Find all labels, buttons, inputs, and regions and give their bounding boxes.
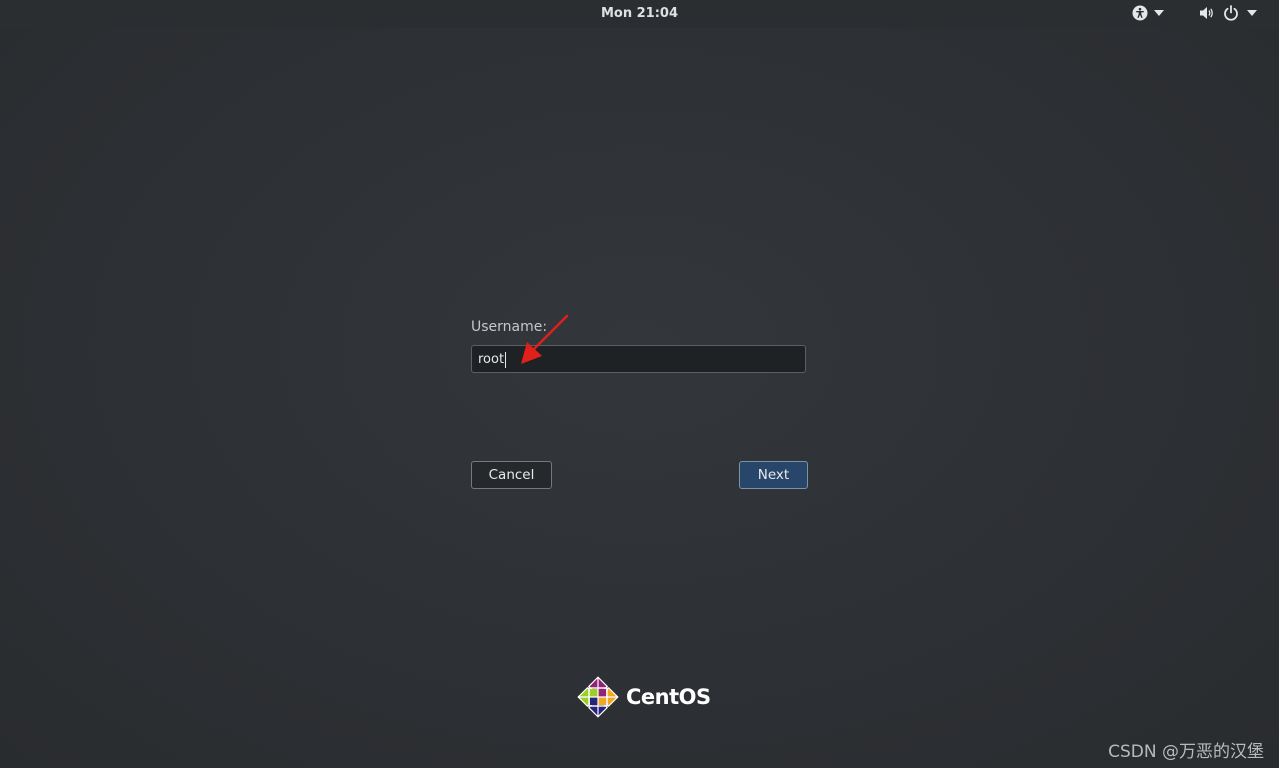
accessibility-menu[interactable]: [1132, 5, 1164, 21]
next-button[interactable]: Next: [739, 461, 808, 489]
centos-logo-text: CentOS: [626, 685, 711, 709]
watermark: CSDN @万恶的汉堡: [1108, 742, 1264, 762]
volume-icon: [1200, 7, 1213, 19]
centos-logo: CentOS: [576, 675, 711, 719]
centos-logo-icon: [577, 676, 619, 718]
power-icon: [1224, 5, 1238, 21]
annotation-arrow-icon: [521, 314, 569, 364]
clock[interactable]: Mon 21:04: [0, 6, 1279, 21]
accessibility-icon: [1132, 5, 1148, 21]
text-caret: [505, 351, 507, 368]
top-bar: Mon 21:04: [0, 0, 1279, 28]
cancel-button[interactable]: Cancel: [471, 461, 552, 489]
system-menu[interactable]: [1199, 5, 1257, 21]
chevron-down-icon: [1247, 10, 1257, 16]
username-value: root: [478, 352, 505, 367]
login-screen: Mon 21:04 Username: root Cancel Next Cen…: [0, 0, 1279, 768]
chevron-down-icon: [1154, 10, 1164, 16]
